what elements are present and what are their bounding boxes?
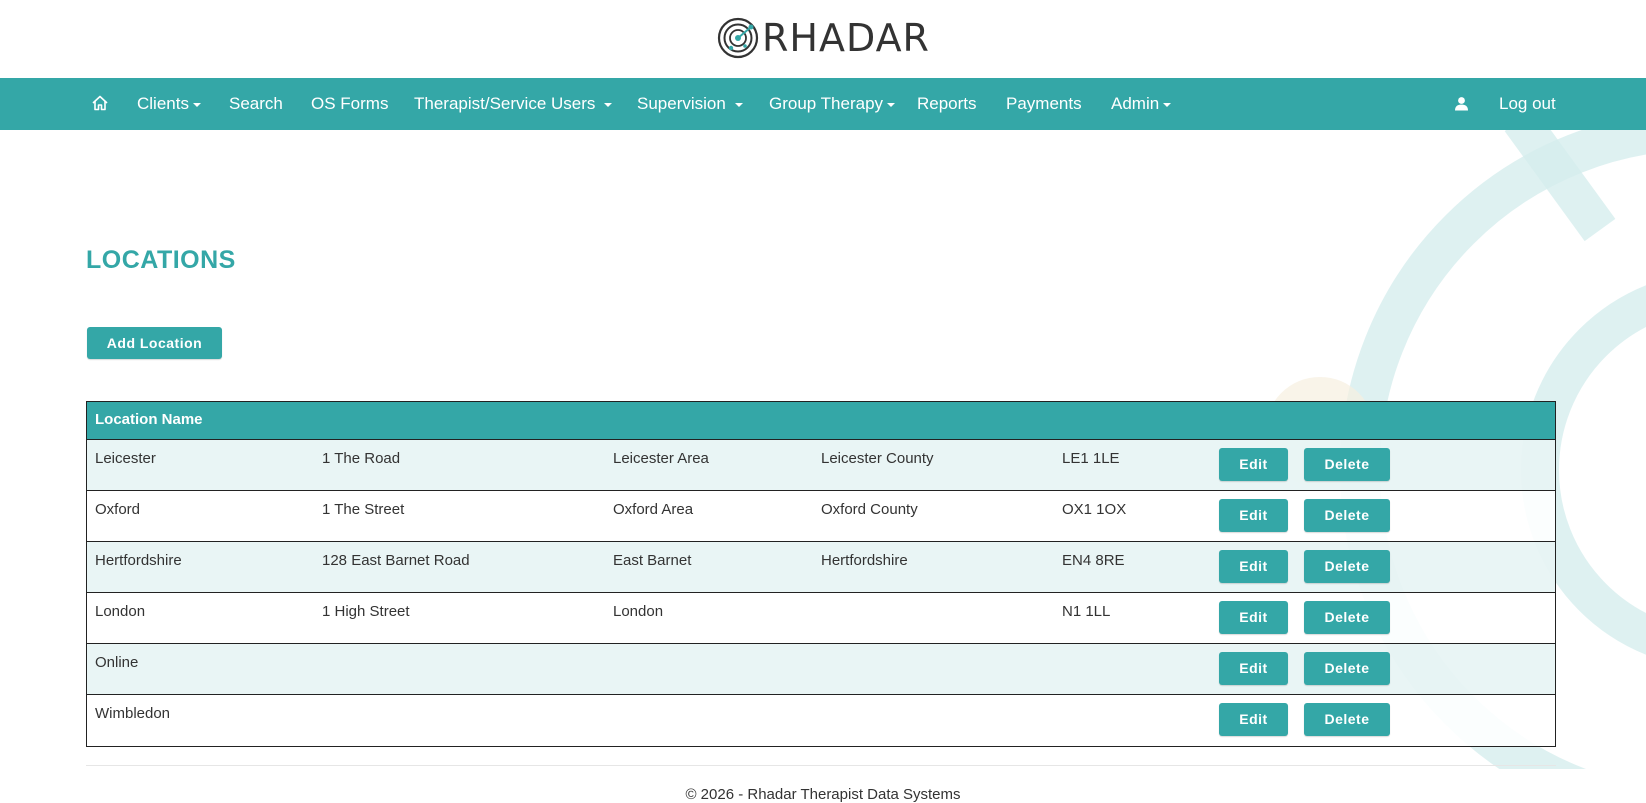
- nav-group-therapy[interactable]: Group Therapy: [769, 78, 896, 130]
- table-row: Wimbledon Edit Delete: [87, 695, 1555, 746]
- home-icon: [92, 95, 108, 111]
- edit-button[interactable]: Edit: [1219, 703, 1288, 736]
- table-row: Online Edit Delete: [87, 644, 1555, 695]
- footer-copyright: © 2026 - Rhadar Therapist Data Systems: [685, 786, 961, 803]
- delete-button[interactable]: Delete: [1304, 499, 1390, 532]
- location-name-cell: London: [95, 603, 146, 620]
- area-cell: Oxford Area: [613, 501, 694, 518]
- location-name-cell: Hertfordshire: [95, 552, 182, 569]
- edit-button[interactable]: Edit: [1219, 601, 1288, 634]
- nav-admin[interactable]: Admin: [1111, 78, 1172, 130]
- table-row: Oxford 1 The Street Oxford Area Oxford Coun…: [87, 491, 1555, 542]
- chevron-down-icon: [192, 102, 201, 107]
- table-row: London 1 High Street London N1 1LL Edit Delet…: [87, 593, 1555, 644]
- county-cell: Leicester County: [821, 450, 934, 467]
- delete-button[interactable]: Delete: [1304, 652, 1390, 685]
- delete-button[interactable]: Delete: [1304, 601, 1390, 634]
- nav-therapist-service-users[interactable]: Therapist/Service Users: [414, 78, 613, 130]
- table-body: Leicester 1 The Road Leicester Area Leicest…: [87, 440, 1555, 746]
- nav-payments[interactable]: Payments: [1006, 78, 1082, 130]
- nav-supervision[interactable]: Supervision: [637, 78, 743, 130]
- address-cell: 128 East Barnet Road: [322, 552, 470, 569]
- chevron-down-icon: [734, 102, 743, 107]
- table-header-location-name: Location Name: [87, 402, 1555, 440]
- delete-button[interactable]: Delete: [1304, 550, 1390, 583]
- nav-clients[interactable]: Clients: [137, 78, 201, 130]
- footer-divider: [86, 765, 1556, 766]
- address-cell: 1 The Road: [322, 450, 401, 467]
- area-cell: London: [613, 603, 664, 620]
- table-row: Hertfordshire 128 East Barnet Road East Ba…: [87, 542, 1555, 593]
- edit-button[interactable]: Edit: [1219, 448, 1288, 481]
- postcode-cell: N1 1LL: [1062, 603, 1111, 620]
- main-navbar: Clients Search OS Forms Therapist/Servic…: [0, 78, 1646, 130]
- edit-button[interactable]: Edit: [1219, 652, 1288, 685]
- nav-home[interactable]: [91, 78, 109, 130]
- logout-link[interactable]: Log out: [1499, 78, 1556, 130]
- nav-user-profile[interactable]: [1454, 78, 1469, 130]
- brand-logo[interactable]: RHADAR: [717, 17, 930, 59]
- chevron-down-icon: [887, 102, 896, 107]
- edit-button[interactable]: Edit: [1219, 550, 1288, 583]
- postcode-cell: EN4 8RE: [1062, 552, 1125, 569]
- location-name-cell: Wimbledon: [95, 705, 171, 722]
- postcode-cell: OX1 1OX: [1062, 501, 1127, 518]
- nav-reports[interactable]: Reports: [917, 78, 977, 130]
- add-location-button[interactable]: Add Location: [87, 327, 222, 359]
- area-cell: East Barnet: [613, 552, 692, 569]
- page-title: LOCATIONS: [86, 246, 236, 274]
- area-cell: Leicester Area: [613, 450, 709, 467]
- nav-search[interactable]: Search: [229, 78, 283, 130]
- chevron-down-icon: [604, 102, 613, 107]
- county-cell: Hertfordshire: [821, 552, 908, 569]
- location-name-cell: Leicester: [95, 450, 156, 467]
- table-row: Leicester 1 The Road Leicester Area Leicest…: [87, 440, 1555, 491]
- location-name-cell: Online: [95, 654, 139, 671]
- delete-button[interactable]: Delete: [1304, 703, 1390, 736]
- locations-table: Location Name Leicester 1 The Road Leicest…: [86, 401, 1556, 747]
- postcode-cell: LE1 1LE: [1062, 450, 1120, 467]
- user-icon: [1455, 96, 1468, 111]
- edit-button[interactable]: Edit: [1219, 499, 1288, 532]
- brand-name: RHADAR: [762, 16, 930, 60]
- radar-icon: [717, 17, 759, 59]
- county-cell: Oxford County: [821, 501, 918, 518]
- chevron-down-icon: [1163, 102, 1172, 107]
- location-name-cell: Oxford: [95, 501, 141, 518]
- address-cell: 1 High Street: [322, 603, 410, 620]
- delete-button[interactable]: Delete: [1304, 448, 1390, 481]
- nav-os-forms[interactable]: OS Forms: [311, 78, 388, 130]
- address-cell: 1 The Street: [322, 501, 405, 518]
- logo-bar: RHADAR: [0, 0, 1646, 78]
